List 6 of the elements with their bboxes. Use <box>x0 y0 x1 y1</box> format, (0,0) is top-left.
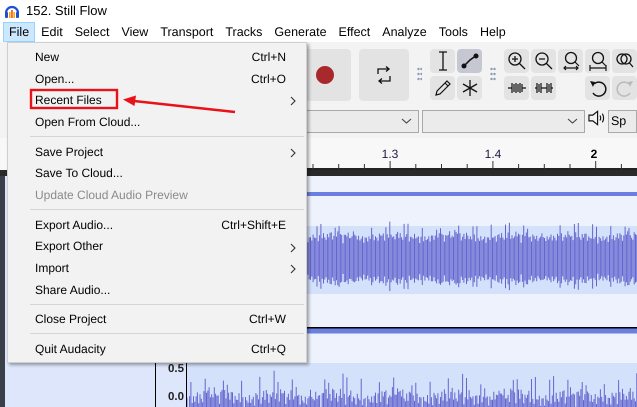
time-label: 1.3 <box>382 146 398 163</box>
axis-label: 0.5 <box>168 363 184 375</box>
time-label: 1.4 <box>484 146 502 163</box>
time-label: 2 <box>590 146 598 163</box>
axis-label: 0.0 <box>168 391 184 403</box>
window-title: 152. Still Flow <box>26 2 107 20</box>
